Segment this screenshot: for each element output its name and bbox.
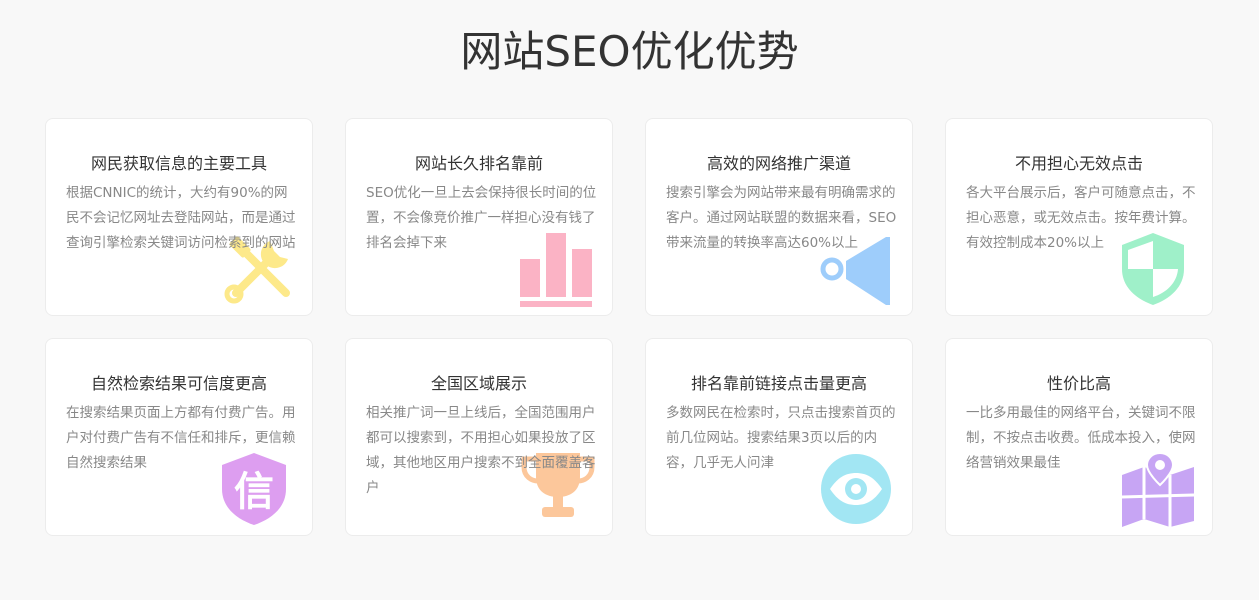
feature-card-tools: 网民获取信息的主要工具 根据CNNIC的统计，大约有90%的网民不会记忆网址去登… xyxy=(45,118,313,316)
card-description: 在搜索结果页面上方都有付费广告。用户对付费广告有不信任和排斥，更信赖自然搜索结果 xyxy=(66,405,296,471)
card-title: 自然检索结果可信度更高 xyxy=(90,374,267,393)
page-title: 网站SEO优化优势 xyxy=(460,27,799,76)
card-title: 不用担心无效点击 xyxy=(1014,154,1143,173)
card-description: 各大平台展示后，客户可随意点击，不担心恶意，或无效点击。按年费计算。有效控制成本… xyxy=(966,185,1196,251)
card-description: 根据CNNIC的统计，大约有90%的网民不会记忆网址去登陆网站，而是通过查询引擎… xyxy=(66,185,296,251)
card-title: 高效的网络推广渠道 xyxy=(706,154,851,173)
card-description: SEO优化一旦上去会保持很长时间的位置，不会像竞价推广一样担心没有钱了排名会掉下… xyxy=(366,185,597,251)
feature-card-region: 全国区域展示 相关推广词一旦上线后，全国范围用户都可以搜索到，不用担心如果投放了… xyxy=(345,338,613,536)
card-title: 性价比高 xyxy=(1046,374,1111,393)
card-title: 全国区域展示 xyxy=(430,374,527,393)
feature-card-clickrate: 排名靠前链接点击量更高 多数网民在检索时，只点击搜索首页的前几位网站。搜索结果3… xyxy=(645,338,913,536)
feature-card-clicks: 不用担心无效点击 各大平台展示后，客户可随意点击，不担心恶意，或无效点击。按年费… xyxy=(945,118,1213,316)
card-description: 相关推广词一旦上线后，全国范围用户都可以搜索到，不用担心如果投放了区域，其他地区… xyxy=(366,405,596,496)
card-title: 网民获取信息的主要工具 xyxy=(90,154,267,173)
feature-card-ranking: 网站长久排名靠前 SEO优化一旦上去会保持很长时间的位置，不会像竞价推广一样担心… xyxy=(345,118,613,316)
card-title: 网站长久排名靠前 xyxy=(414,154,543,173)
feature-card-value: 性价比高 一比多用最佳的网络平台，关键词不限制，不按点击收费。低成本投入，使网络… xyxy=(945,338,1213,536)
feature-card-channel: 高效的网络推广渠道 搜索引擎会为网站带来最有明确需求的客户。通过网站联盟的数据来… xyxy=(645,118,913,316)
card-description: 多数网民在检索时，只点击搜索首页的前几位网站。搜索结果3页以后的内容，几乎无人问… xyxy=(666,405,896,471)
card-description: 搜索引擎会为网站带来最有明确需求的客户。通过网站联盟的数据来看，SEO带来流量的… xyxy=(666,185,897,251)
feature-card-trust: 自然检索结果可信度更高 在搜索结果页面上方都有付费广告。用户对付费广告有不信任和… xyxy=(45,338,313,536)
card-title: 排名靠前链接点击量更高 xyxy=(690,374,867,393)
card-description: 一比多用最佳的网络平台，关键词不限制，不按点击收费。低成本投入，使网络营销效果最… xyxy=(966,405,1196,471)
